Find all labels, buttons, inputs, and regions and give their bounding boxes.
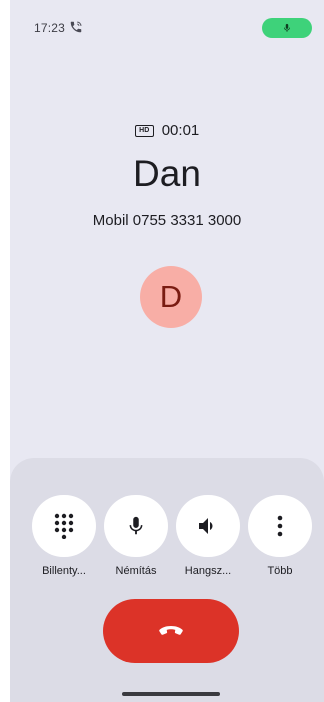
speaker-control: Hangsz... xyxy=(176,495,240,577)
speaker-button[interactable] xyxy=(176,495,240,557)
gesture-nav-handle[interactable] xyxy=(122,692,220,696)
dialpad-icon xyxy=(54,513,74,539)
call-controls: Billenty... Némítás Hangsz... Több xyxy=(10,495,324,577)
dialpad-button[interactable] xyxy=(32,495,96,557)
hd-badge: HD xyxy=(134,124,154,137)
avatar-letter: D xyxy=(159,279,183,314)
more-button[interactable] xyxy=(248,495,312,557)
caller-name: Dan xyxy=(133,153,201,194)
phone-in-call-icon xyxy=(70,21,82,33)
avatar: D xyxy=(140,266,202,328)
call-screen: 17:23 HD 00:01 Dan Mobil 0755 3331 3000 … xyxy=(10,0,324,702)
dialpad-control: Billenty... xyxy=(32,495,96,577)
speaker-icon xyxy=(199,518,213,534)
call-info-row: HD 00:01 xyxy=(10,122,324,139)
mic-icon xyxy=(129,516,143,535)
status-bar: 17:23 xyxy=(10,0,324,56)
mute-control: Némítás xyxy=(104,495,168,577)
mute-label: Némítás xyxy=(115,565,157,577)
speaker-label: Hangsz... xyxy=(184,565,232,577)
dialpad-label: Billenty... xyxy=(42,565,86,577)
more-label: Több xyxy=(267,565,293,577)
call-timer: 00:01 xyxy=(161,122,200,139)
call-end-icon xyxy=(159,626,183,635)
more-control: Több xyxy=(248,495,312,577)
mic-icon xyxy=(284,23,290,32)
caller-number: Mobil 0755 3331 3000 xyxy=(92,212,242,229)
mic-in-use-indicator[interactable] xyxy=(262,18,312,38)
mute-button[interactable] xyxy=(104,495,168,557)
end-call-button[interactable] xyxy=(103,599,239,663)
more-vert-icon xyxy=(277,515,283,537)
status-time: 17:23 xyxy=(34,21,66,35)
